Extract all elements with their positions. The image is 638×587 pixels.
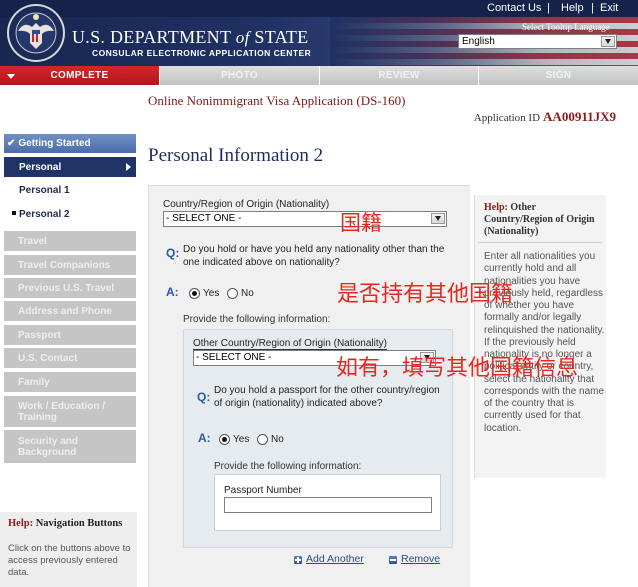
sidebar-subitem-personal-1[interactable]: Personal 1 <box>19 185 70 196</box>
top-separator: | <box>591 2 594 14</box>
chevron-down-icon[interactable] <box>431 213 445 224</box>
other-nationality-no-radio[interactable] <box>227 288 238 299</box>
title-main: U.S. DEPARTMENT <box>72 27 231 47</box>
yes-label: Yes <box>233 434 250 445</box>
no-label: No <box>241 288 254 299</box>
center-subtitle: CONSULAR ELECTRONIC APPLICATION CENTER <box>92 48 312 58</box>
chevron-right-icon <box>126 163 131 171</box>
sidebar-item-previous-us-travel[interactable]: Previous U.S. Travel <box>4 278 136 298</box>
application-id-label: Application ID <box>473 112 541 124</box>
help-navigation-box: Help: Navigation Buttons Click on the bu… <box>0 512 137 587</box>
no-label: No <box>271 434 284 445</box>
checkmark-icon: ✔ <box>7 138 16 149</box>
sidebar-item-work-education-training[interactable]: Work / Education / Training <box>4 396 136 427</box>
provide-info-label: Provide the following information: <box>183 314 331 325</box>
help-nav-title: Help: Navigation Buttons <box>8 518 122 529</box>
chevron-down-icon[interactable] <box>601 36 615 47</box>
tab-sign[interactable]: SIGN <box>479 66 638 85</box>
tooltip-language-label: Select Tooltip Language <box>522 22 610 32</box>
answer-marker: A: <box>198 431 211 445</box>
sidebar-subitem-personal-2[interactable]: Personal 2 <box>19 209 70 220</box>
plus-icon[interactable] <box>294 556 302 564</box>
sidebar-item-getting-started[interactable]: ✔ Getting Started <box>4 134 136 153</box>
help-link[interactable]: Help <box>561 2 584 15</box>
tab-review[interactable]: REVIEW <box>320 66 478 85</box>
passport-yes-radio[interactable] <box>219 434 230 445</box>
question-marker: Q: <box>166 246 180 260</box>
tooltip-language-select[interactable]: English <box>458 34 617 49</box>
passport-no-radio[interactable] <box>257 434 268 445</box>
help-panel-title: Help: Other Country/Region of Origin (Na… <box>484 202 602 238</box>
application-id-value: AA00911JX9 <box>543 109 616 124</box>
sidebar-item-travel-companions[interactable]: Travel Companions <box>4 255 136 275</box>
other-nationality-question: Do you hold or have you held any nationa… <box>183 244 445 268</box>
sidebar-item-travel[interactable]: Travel <box>4 231 136 251</box>
title-state: STATE <box>254 27 309 47</box>
help-nav-heading: Navigation Buttons <box>35 518 123 529</box>
sidebar-item-label: Getting Started <box>18 138 91 149</box>
sidebar-item-label: Personal <box>19 161 62 173</box>
sidebar-item-family[interactable]: Family <box>4 372 136 392</box>
provide-info-label: Provide the following information: <box>214 461 362 472</box>
annotation-fill-other-nationality: 如有，填写其他国籍信息 <box>336 355 579 380</box>
exit-link[interactable]: Exit <box>600 2 618 15</box>
application-id: Application ID AA00911JX9 <box>474 108 616 126</box>
passport-number-label: Passport Number <box>224 485 302 496</box>
title-of: of <box>235 28 250 47</box>
department-title: U.S. DEPARTMENT of STATE <box>72 26 308 49</box>
nationality-select-value: - SELECT ONE - <box>166 213 242 224</box>
sidebar-item-us-contact[interactable]: U.S. Contact <box>4 348 136 368</box>
application-title: Online Nonimmigrant Visa Application (DS… <box>148 93 406 108</box>
annotation-nationality: 国籍 <box>340 212 382 235</box>
annotation-other-nationality: 是否持有其他国籍 <box>337 281 514 306</box>
remove-link[interactable]: Remove <box>401 553 440 565</box>
caret-down-icon <box>7 74 15 79</box>
passport-number-input[interactable] <box>224 497 432 513</box>
help-nav-body: Click on the buttons above to access pre… <box>8 543 131 578</box>
tab-complete[interactable]: COMPLETE <box>0 66 159 85</box>
help-label: Help: <box>8 518 34 529</box>
sidebar-item-passport[interactable]: Passport <box>4 325 136 345</box>
top-bar <box>0 0 638 17</box>
minus-icon[interactable] <box>389 556 397 564</box>
other-nationality-select-value: - SELECT ONE - <box>196 352 272 363</box>
nationality-select[interactable]: - SELECT ONE - <box>163 211 447 227</box>
language-value: English <box>462 36 495 47</box>
other-nationality-yes-radio[interactable] <box>189 288 200 299</box>
question-marker: Q: <box>197 390 211 404</box>
sidebar-item-address-and-phone[interactable]: Address and Phone <box>4 301 136 321</box>
sidebar-item-personal[interactable]: Personal <box>4 157 136 177</box>
page-title: Personal Information 2 <box>148 145 324 166</box>
other-nationality-label: Other Country/Region of Origin (National… <box>193 338 387 350</box>
sidebar-item-security-and-background[interactable]: Security and Background <box>4 430 136 463</box>
tab-photo[interactable]: PHOTO <box>160 66 319 85</box>
add-another-link[interactable]: Add Another <box>306 553 364 565</box>
state-department-seal-icon[interactable] <box>6 3 66 63</box>
current-page-bullet-icon <box>12 211 16 215</box>
nationality-label: Country/Region of Origin (Nationality) <box>163 199 330 210</box>
answer-marker: A: <box>166 285 179 299</box>
yes-label: Yes <box>203 288 220 299</box>
top-separator: | <box>547 2 550 14</box>
passport-question: Do you hold a passport for the other cou… <box>214 385 440 409</box>
help-divider <box>478 242 602 243</box>
help-label: Help: <box>484 202 508 213</box>
contact-us-link[interactable]: Contact Us <box>487 2 541 15</box>
